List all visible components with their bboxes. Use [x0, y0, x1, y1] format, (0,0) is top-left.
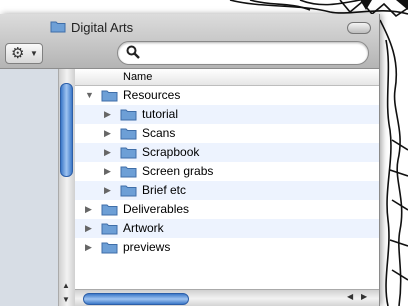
chevron-down-icon: ▼ [30, 49, 38, 58]
toolbar: ⚙ ▼ [0, 40, 379, 69]
search-input[interactable] [146, 45, 360, 63]
scroll-right-arrow-icon[interactable]: ▶ [361, 292, 367, 301]
disclosure-collapsed-icon[interactable]: ▶ [104, 147, 111, 158]
search-field[interactable] [117, 41, 369, 65]
list-item-label: Artwork [123, 221, 164, 235]
list-item[interactable]: ▶ Scrapbook [75, 143, 379, 162]
column-label: Name [123, 71, 153, 83]
disclosure-collapsed-icon[interactable]: ▶ [85, 204, 92, 215]
horizontal-scrollbar[interactable]: ◀ ▶ [75, 289, 379, 306]
scroll-down-arrow-icon[interactable]: ▼ [62, 295, 70, 304]
folder-icon [101, 204, 118, 216]
disclosure-collapsed-icon[interactable]: ▶ [85, 223, 92, 234]
list-item[interactable]: ▶ Artwork [75, 219, 379, 238]
folder-icon [120, 185, 137, 197]
sidebar: ▲ ▼ [0, 69, 75, 306]
list-item[interactable]: ▶ Deliverables [75, 200, 379, 219]
window-title: Digital Arts [71, 20, 134, 35]
list-item[interactable]: ▶ previews [75, 238, 379, 257]
list-item-label: Scrapbook [142, 145, 200, 159]
list-item-label: previews [123, 240, 171, 254]
list-item[interactable]: ▶ Screen grabs [75, 162, 379, 181]
folder-icon [101, 242, 118, 254]
horizontal-scroll-thumb[interactable] [83, 293, 189, 305]
list-item-label: Brief etc [142, 183, 187, 197]
disclosure-collapsed-icon[interactable]: ▶ [104, 109, 111, 120]
disclosure-collapsed-icon[interactable]: ▶ [104, 185, 111, 196]
disclosure-collapsed-icon[interactable]: ▶ [104, 128, 111, 139]
list-item-label: Resources [123, 88, 181, 102]
name-column-header[interactable]: Name [75, 69, 379, 86]
folder-icon [120, 147, 137, 159]
folder-icon [120, 109, 137, 121]
gear-icon: ⚙ [11, 45, 25, 62]
list-item[interactable]: ▼ Resources [75, 86, 379, 105]
disclosure-collapsed-icon[interactable]: ▶ [85, 242, 92, 253]
list-item-label: Deliverables [123, 202, 190, 216]
title-bar[interactable]: Digital Arts [0, 14, 379, 40]
disclosure-collapsed-icon[interactable]: ▶ [104, 166, 111, 177]
disclosure-expanded-icon[interactable]: ▼ [85, 90, 94, 100]
list-item-label: tutorial [142, 107, 179, 121]
folder-icon [101, 223, 118, 235]
sidebar-scroll-thumb[interactable] [60, 83, 73, 177]
folder-icon [120, 166, 137, 178]
folder-icon [50, 21, 66, 33]
finder-window: Digital Arts ⚙ ▼ ▲ ▼ Name ▼ Resources ▶ tut… [0, 14, 380, 306]
scroll-left-arrow-icon[interactable]: ◀ [347, 292, 353, 301]
list-item[interactable]: ▶ tutorial [75, 105, 379, 124]
file-list: Name ▼ Resources ▶ tutorial ▶ Scans ▶ Scrapbook… [75, 69, 379, 306]
list-item[interactable]: ▶ Scans [75, 124, 379, 143]
toolbar-toggle-button[interactable] [347, 22, 371, 34]
list-item-label: Screen grabs [142, 164, 214, 178]
folder-icon [120, 128, 137, 140]
search-icon [126, 45, 140, 59]
list-item[interactable]: ▶ Brief etc [75, 181, 379, 200]
folder-icon [101, 90, 118, 102]
action-menu-button[interactable]: ⚙ ▼ [5, 43, 43, 64]
scroll-up-arrow-icon[interactable]: ▲ [62, 281, 70, 290]
list-item-label: Scans [142, 126, 176, 140]
